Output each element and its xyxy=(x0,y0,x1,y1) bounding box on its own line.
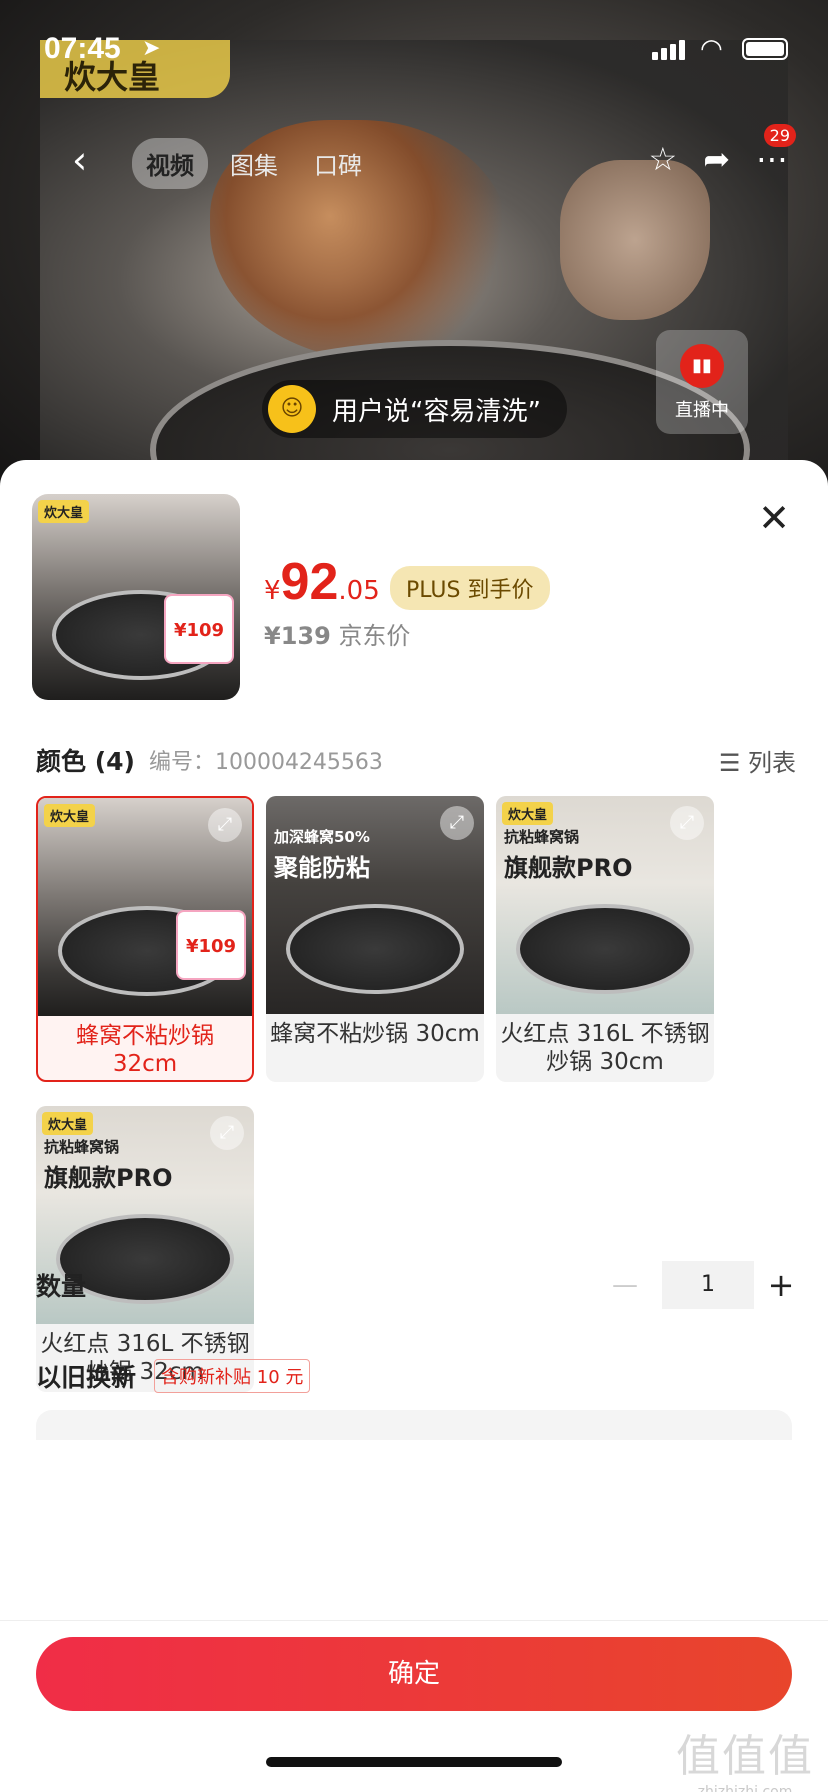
option-brand: 炊大皇 xyxy=(502,802,554,825)
confirm-button[interactable]: 确定 xyxy=(36,1637,792,1711)
quantity-increase-button[interactable]: + xyxy=(766,1266,796,1304)
sku-number: 编号：100004245563 xyxy=(148,750,383,775)
cellular-signal-icon xyxy=(652,38,688,60)
expand-icon[interactable]: ⤢ xyxy=(670,806,704,840)
message-count-badge: 29 xyxy=(763,124,796,147)
trade-in-row[interactable]: 以旧换新 含购新补贴 10 元 xyxy=(36,1358,311,1394)
smile-chat-icon: ☺ xyxy=(268,385,316,433)
live-stream-button[interactable]: ▮▮ 直播中 xyxy=(656,330,748,434)
price-symbol: ¥ xyxy=(264,576,281,606)
jd-price: ¥139 京东价 xyxy=(264,616,410,651)
quantity-label: 数量 xyxy=(36,1272,87,1301)
status-time: 07:45 xyxy=(44,32,121,65)
option-headline: 加深蜂窝50% xyxy=(274,828,370,846)
quantity-input[interactable]: 1 xyxy=(662,1261,754,1309)
price-decimal: .05 xyxy=(338,576,380,606)
option-pan-image xyxy=(516,904,694,994)
share-icon[interactable]: ➦ xyxy=(703,140,730,178)
option-brand: 炊大皇 xyxy=(42,1112,94,1135)
watermark: 值值值 zhizhizhi.com xyxy=(676,1720,814,1792)
option-pan-image xyxy=(286,904,464,994)
close-icon[interactable]: ✕ xyxy=(758,496,790,540)
expand-icon[interactable]: ⤢ xyxy=(210,1116,244,1150)
list-icon: ☰ xyxy=(718,748,741,777)
option-price-tag: ¥109 xyxy=(176,910,246,980)
option-subheadline: 旗舰款PRO xyxy=(504,854,633,882)
option-316l-32cm[interactable]: 炊大皇 抗粘蜂窝锅 旗舰款PRO ⤢ 火红点 316L 不锈钢炒锅 32cm xyxy=(36,1106,254,1392)
media-tabs: 视频 图集 口碑 xyxy=(132,138,376,189)
option-image: 炊大皇 抗粘蜂窝锅 旗舰款PRO ⤢ xyxy=(496,796,714,1014)
plus-price: ¥ 92 .05 xyxy=(264,552,380,612)
original-price: ¥139 xyxy=(264,622,331,650)
option-subheadline: 旗舰款PRO xyxy=(44,1164,173,1192)
quantity-decrease-button[interactable]: — xyxy=(600,1270,650,1300)
tab-gallery[interactable]: 图集 xyxy=(216,138,292,189)
option-image: 加深蜂窝50% 聚能防粘 ⤢ xyxy=(266,796,484,1014)
wifi-icon: ◠ xyxy=(700,34,723,64)
expand-icon[interactable]: ⤢ xyxy=(440,806,474,840)
sku-selector-sheet: 炊大皇 ¥109 ✕ ¥ 92 .05 PLUS 到手价 ¥139 京东价 颜色… xyxy=(0,460,828,1792)
option-honeycomb-30cm[interactable]: 加深蜂窝50% 聚能防粘 ⤢ 蜂窝不粘炒锅 30cm xyxy=(266,796,484,1082)
watermark-url: zhizhizhi.com xyxy=(697,1784,793,1792)
partially-visible-card xyxy=(36,1410,792,1440)
option-image: 炊大皇 ¥109 ⤢ xyxy=(38,798,252,1016)
thumbnail-price-tag: ¥109 xyxy=(164,594,234,664)
selected-product-thumbnail[interactable]: 炊大皇 ¥109 xyxy=(32,494,240,700)
thumbnail-brand: 炊大皇 xyxy=(38,500,90,523)
option-316l-30cm[interactable]: 炊大皇 抗粘蜂窝锅 旗舰款PRO ⤢ 火红点 316L 不锈钢炒锅 30cm xyxy=(496,796,714,1082)
color-header: 颜色 (4) 编号：100004245563 ☰ 列表 xyxy=(36,742,796,778)
expand-icon[interactable]: ⤢ xyxy=(208,808,242,842)
status-bar: 07:45 ➤ ◠ xyxy=(0,0,828,90)
tab-video[interactable]: 视频 xyxy=(132,138,208,189)
option-brand: 炊大皇 xyxy=(44,804,96,827)
home-indicator xyxy=(266,1757,562,1767)
live-icon: ▮▮ xyxy=(680,344,724,388)
trade-in-label: 以旧换新 xyxy=(36,1363,137,1392)
option-honeycomb-32cm[interactable]: 炊大皇 ¥109 ⤢ 蜂窝不粘炒锅 32cm xyxy=(36,796,254,1082)
watermark-logo: 值值值 xyxy=(676,1731,814,1782)
option-headline: 抗粘蜂窝锅 xyxy=(504,828,580,846)
live-label: 直播中 xyxy=(675,400,729,421)
option-label: 蜂窝不粘炒锅 32cm xyxy=(76,1023,214,1077)
location-arrow-icon: ➤ xyxy=(142,36,161,61)
tab-reviews[interactable]: 口碑 xyxy=(300,138,376,189)
quantity-row: 数量 — 1 + xyxy=(36,1260,796,1310)
list-toggle-label: 列表 xyxy=(748,748,796,777)
option-headline: 抗粘蜂窝锅 xyxy=(44,1138,120,1156)
back-icon[interactable]: ‹ xyxy=(72,138,87,182)
top-navigation: ‹ 视频 图集 口碑 ☆ ➦ ⋯ 29 xyxy=(0,124,828,190)
option-label: 蜂窝不粘炒锅 30cm xyxy=(270,1021,480,1047)
list-view-toggle[interactable]: ☰ 列表 xyxy=(719,743,796,778)
color-title: 颜色 (4) xyxy=(36,747,135,776)
battery-icon xyxy=(742,38,788,60)
plus-price-badge: PLUS 到手价 xyxy=(390,566,550,610)
option-subheadline: 聚能防粘 xyxy=(274,854,370,882)
original-price-label: 京东价 xyxy=(338,622,411,650)
price-integer: 92 xyxy=(280,553,339,611)
review-banner-text: 用户说“容易清洗” xyxy=(332,396,541,427)
subsidy-badge: 含购新补贴 10 元 xyxy=(154,1359,311,1393)
review-banner[interactable]: ☺ 用户说“容易清洗” xyxy=(262,380,567,438)
nav-actions: ☆ ➦ ⋯ xyxy=(649,140,789,178)
favorite-star-icon[interactable]: ☆ xyxy=(649,140,678,178)
option-label: 火红点 316L 不锈钢炒锅 30cm xyxy=(500,1021,710,1075)
quantity-stepper: — 1 + xyxy=(600,1261,796,1309)
